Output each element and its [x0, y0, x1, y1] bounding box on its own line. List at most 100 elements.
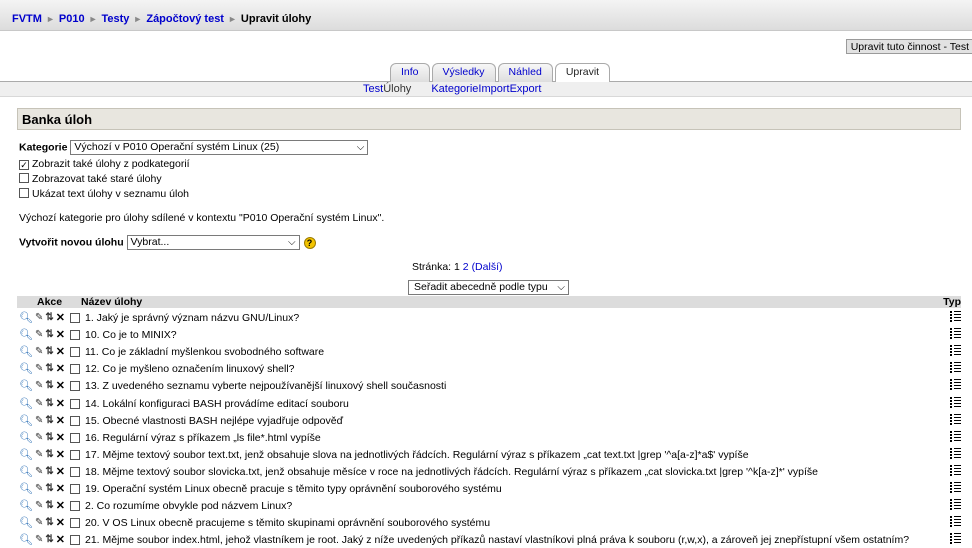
edit-icon[interactable]: ✎: [35, 518, 43, 528]
subtab-export[interactable]: Export: [510, 83, 542, 95]
pagination-page-2[interactable]: 2: [463, 261, 469, 273]
preview-icon[interactable]: 🔍︎: [19, 381, 33, 392]
edit-icon[interactable]: ✎: [35, 364, 43, 374]
row-checkbox[interactable]: [70, 399, 80, 409]
question-name[interactable]: 10. Co je to MINIX?: [85, 329, 177, 341]
edit-icon[interactable]: ✎: [35, 450, 43, 460]
checkbox-show-text[interactable]: [19, 188, 29, 198]
delete-icon[interactable]: ✕: [56, 467, 65, 478]
delete-icon[interactable]: ✕: [56, 313, 65, 324]
move-icon[interactable]: ⇅: [45, 467, 53, 477]
question-name[interactable]: 13. Z uvedeného seznamu vyberte nejpouží…: [85, 380, 446, 392]
edit-icon[interactable]: ✎: [35, 484, 43, 494]
preview-icon[interactable]: 🔍︎: [19, 416, 33, 427]
preview-icon[interactable]: 🔍︎: [19, 313, 33, 324]
breadcrumb-p010[interactable]: P010: [59, 13, 85, 25]
row-checkbox[interactable]: [70, 467, 80, 477]
question-name[interactable]: 1. Jaký je správný význam názvu GNU/Linu…: [85, 312, 299, 324]
question-name[interactable]: 15. Obecné vlastnosti BASH nejlépe vyjad…: [85, 415, 343, 427]
create-question-select[interactable]: Vybrat... ⌵: [126, 235, 300, 250]
col-type[interactable]: Typ: [943, 296, 961, 308]
row-checkbox[interactable]: [70, 518, 80, 528]
question-name[interactable]: 21. Mějme soubor index.html, jehož vlast…: [85, 534, 909, 546]
breadcrumb-fvtm[interactable]: FVTM: [12, 13, 42, 25]
update-activity-button[interactable]: Upravit tuto činnost - Test: [845, 39, 972, 54]
move-icon[interactable]: ⇅: [45, 484, 53, 494]
preview-icon[interactable]: 🔍︎: [19, 484, 33, 495]
subtab-kategorie[interactable]: Kategorie: [431, 83, 478, 95]
sort-select[interactable]: Seřadit abecedně podle typu ⌵: [408, 280, 569, 295]
delete-icon[interactable]: ✕: [56, 433, 65, 444]
checkbox-old-questions[interactable]: [19, 173, 29, 183]
tab-info[interactable]: Info: [390, 63, 430, 82]
preview-icon[interactable]: 🔍︎: [19, 399, 33, 410]
checkbox-subcategories[interactable]: ✓: [19, 160, 29, 170]
question-name[interactable]: 19. Operační systém Linux obecně pracuje…: [85, 483, 502, 495]
subtab-test[interactable]: Test: [363, 83, 383, 95]
breadcrumb-testy[interactable]: Testy: [102, 13, 130, 25]
question-name[interactable]: 18. Mějme textový soubor slovicka.txt, j…: [85, 466, 818, 478]
preview-icon[interactable]: 🔍︎: [19, 330, 33, 341]
row-checkbox[interactable]: [70, 364, 80, 374]
delete-icon[interactable]: ✕: [56, 535, 65, 546]
row-checkbox[interactable]: [70, 535, 80, 545]
row-checkbox[interactable]: [70, 381, 80, 391]
preview-icon[interactable]: 🔍︎: [19, 467, 33, 478]
preview-icon[interactable]: 🔍︎: [19, 433, 33, 444]
edit-icon[interactable]: ✎: [35, 535, 43, 545]
delete-icon[interactable]: ✕: [56, 347, 65, 358]
question-name[interactable]: 17. Mějme textový soubor text.txt, jenž …: [85, 449, 749, 461]
preview-icon[interactable]: 🔍︎: [19, 518, 33, 529]
move-icon[interactable]: ⇅: [45, 518, 53, 528]
move-icon[interactable]: ⇅: [45, 381, 53, 391]
edit-icon[interactable]: ✎: [35, 381, 43, 391]
edit-icon[interactable]: ✎: [35, 313, 43, 323]
question-name[interactable]: 2. Co rozumíme obvykle pod názvem Linux?: [85, 500, 292, 512]
preview-icon[interactable]: 🔍︎: [19, 535, 33, 546]
row-checkbox[interactable]: [70, 330, 80, 340]
row-checkbox[interactable]: [70, 450, 80, 460]
delete-icon[interactable]: ✕: [56, 330, 65, 341]
preview-icon[interactable]: 🔍︎: [19, 450, 33, 461]
row-checkbox[interactable]: [70, 433, 80, 443]
subtab-import[interactable]: Import: [478, 83, 509, 95]
subtab-ulohy[interactable]: Úlohy: [383, 83, 411, 95]
preview-icon[interactable]: 🔍︎: [19, 364, 33, 375]
delete-icon[interactable]: ✕: [56, 416, 65, 427]
question-name[interactable]: 14. Lokální konfiguraci BASH provádíme e…: [85, 398, 349, 410]
move-icon[interactable]: ⇅: [45, 450, 53, 460]
move-icon[interactable]: ⇅: [45, 347, 53, 357]
edit-icon[interactable]: ✎: [35, 416, 43, 426]
move-icon[interactable]: ⇅: [45, 399, 53, 409]
edit-icon[interactable]: ✎: [35, 501, 43, 511]
delete-icon[interactable]: ✕: [56, 518, 65, 529]
question-name[interactable]: 16. Regulární výraz s příkazem „ls file*…: [85, 432, 321, 444]
tab-nahled[interactable]: Náhled: [497, 63, 553, 82]
move-icon[interactable]: ⇅: [45, 313, 53, 323]
move-icon[interactable]: ⇅: [45, 416, 53, 426]
edit-icon[interactable]: ✎: [35, 433, 43, 443]
pagination-next[interactable]: (Další): [472, 261, 503, 273]
question-name[interactable]: 12. Co je myšleno označením linuxový she…: [85, 363, 295, 375]
option-show-text[interactable]: Ukázat text úlohy v seznamu úloh: [19, 188, 189, 200]
delete-icon[interactable]: ✕: [56, 450, 65, 461]
tab-vysledky[interactable]: Výsledky: [431, 63, 496, 82]
preview-icon[interactable]: 🔍︎: [19, 347, 33, 358]
move-icon[interactable]: ⇅: [45, 364, 53, 374]
row-checkbox[interactable]: [70, 313, 80, 323]
delete-icon[interactable]: ✕: [56, 364, 65, 375]
row-checkbox[interactable]: [70, 501, 80, 511]
edit-icon[interactable]: ✎: [35, 347, 43, 357]
delete-icon[interactable]: ✕: [56, 484, 65, 495]
edit-icon[interactable]: ✎: [35, 330, 43, 340]
option-subcategories[interactable]: ✓ Zobrazit také úlohy z podkategorií: [19, 158, 190, 170]
move-icon[interactable]: ⇅: [45, 330, 53, 340]
question-name[interactable]: 11. Co je základní myšlenkou svobodného …: [85, 346, 324, 358]
delete-icon[interactable]: ✕: [56, 381, 65, 392]
tab-upravit[interactable]: Upravit: [554, 63, 611, 83]
question-name[interactable]: 20. V OS Linux obecně pracujeme s těmito…: [85, 517, 490, 529]
edit-icon[interactable]: ✎: [35, 399, 43, 409]
help-icon[interactable]: ?: [303, 236, 316, 249]
preview-icon[interactable]: 🔍︎: [19, 501, 33, 512]
option-old-questions[interactable]: Zobrazovat také staré úlohy: [19, 173, 162, 185]
